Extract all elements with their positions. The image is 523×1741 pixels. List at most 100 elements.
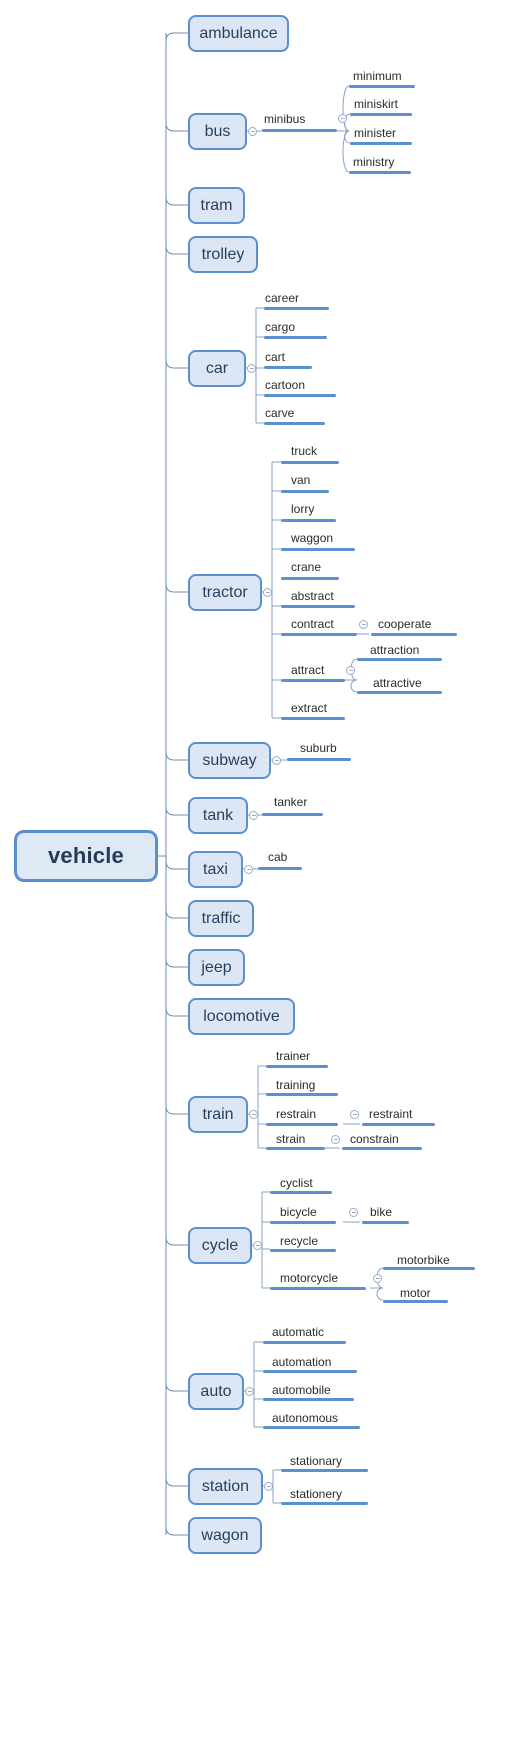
leaf-label-miniskirt[interactable]: miniskirt bbox=[354, 98, 398, 110]
node-tank[interactable]: tank bbox=[188, 797, 248, 834]
leaf-label-strain[interactable]: strain bbox=[276, 1133, 305, 1145]
leaf-label-constrain[interactable]: constrain bbox=[350, 1133, 399, 1145]
collapse-minus-icon-restrain[interactable] bbox=[350, 1110, 359, 1119]
leaf-label-bicycle[interactable]: bicycle bbox=[280, 1206, 317, 1218]
leaf-underline-strain bbox=[266, 1147, 325, 1150]
node-label: wagon bbox=[201, 1526, 249, 1544]
collapse-minus-icon-attract[interactable] bbox=[346, 666, 355, 675]
leaf-underline-abstract bbox=[281, 605, 355, 608]
node-traffic[interactable]: traffic bbox=[188, 900, 254, 937]
leaf-label-motorcycle[interactable]: motorcycle bbox=[280, 1272, 338, 1284]
leaf-label-cab[interactable]: cab bbox=[268, 851, 287, 863]
node-car[interactable]: car bbox=[188, 350, 246, 387]
leaf-label-truck[interactable]: truck bbox=[291, 445, 317, 457]
leaf-underline-automatic bbox=[263, 1341, 346, 1344]
leaf-label-van[interactable]: van bbox=[291, 474, 310, 486]
leaf-underline-bike bbox=[362, 1221, 409, 1224]
node-label: traffic bbox=[201, 909, 241, 927]
node-locomotive[interactable]: locomotive bbox=[188, 998, 295, 1035]
collapse-minus-icon-contract[interactable] bbox=[359, 620, 368, 629]
leaf-label-training[interactable]: training bbox=[276, 1079, 315, 1091]
leaf-label-restraint[interactable]: restraint bbox=[369, 1108, 412, 1120]
leaf-label-trainer[interactable]: trainer bbox=[276, 1050, 310, 1062]
leaf-label-attract[interactable]: attract bbox=[291, 664, 324, 676]
node-taxi[interactable]: taxi bbox=[188, 851, 243, 888]
leaf-label-extract[interactable]: extract bbox=[291, 702, 327, 714]
leaf-underline-truck bbox=[281, 461, 339, 464]
node-station[interactable]: station bbox=[188, 1468, 263, 1505]
collapse-minus-icon-minibus[interactable] bbox=[338, 114, 347, 123]
collapse-minus-icon-taxi[interactable] bbox=[244, 865, 253, 874]
leaf-label-abstract[interactable]: abstract bbox=[291, 590, 334, 602]
leaf-label-contract[interactable]: contract bbox=[291, 618, 334, 630]
node-label: train bbox=[202, 1105, 234, 1123]
node-subway[interactable]: subway bbox=[188, 742, 271, 779]
leaf-underline-motorcycle bbox=[270, 1287, 366, 1290]
leaf-underline-minimum bbox=[349, 85, 415, 88]
leaf-label-cartoon[interactable]: cartoon bbox=[265, 379, 305, 391]
collapse-minus-icon-cycle[interactable] bbox=[253, 1241, 262, 1250]
leaf-underline-cart bbox=[264, 366, 312, 369]
root-node-vehicle[interactable]: vehicle bbox=[14, 830, 158, 882]
leaf-underline-waggon bbox=[281, 548, 355, 551]
leaf-label-automobile[interactable]: automobile bbox=[272, 1384, 331, 1396]
leaf-underline-restraint bbox=[362, 1123, 435, 1126]
leaf-label-ministry[interactable]: ministry bbox=[353, 156, 394, 168]
leaf-label-automation[interactable]: automation bbox=[272, 1356, 331, 1368]
mind-map-canvas: vehicle ambulance bus tram trolley car t… bbox=[0, 0, 523, 1736]
leaf-underline-miniskirt bbox=[350, 113, 412, 116]
leaf-label-attraction[interactable]: attraction bbox=[370, 644, 419, 656]
leaf-underline-trainer bbox=[266, 1065, 328, 1068]
node-label: tank bbox=[202, 806, 234, 824]
collapse-minus-icon-subway[interactable] bbox=[272, 756, 281, 765]
leaf-label-minimum[interactable]: minimum bbox=[353, 70, 402, 82]
leaf-label-attractive[interactable]: attractive bbox=[373, 677, 422, 689]
leaf-label-bike[interactable]: bike bbox=[370, 1206, 392, 1218]
leaf-label-tanker[interactable]: tanker bbox=[274, 796, 307, 808]
leaf-underline-crane bbox=[281, 577, 339, 580]
leaf-label-recycle[interactable]: recycle bbox=[280, 1235, 318, 1247]
node-wagon[interactable]: wagon bbox=[188, 1517, 262, 1554]
node-auto[interactable]: auto bbox=[188, 1373, 244, 1410]
leaf-label-cyclist[interactable]: cyclist bbox=[280, 1177, 313, 1189]
leaf-label-lorry[interactable]: lorry bbox=[291, 503, 314, 515]
collapse-minus-icon-tank[interactable] bbox=[249, 811, 258, 820]
collapse-minus-icon-tractor[interactable] bbox=[263, 588, 272, 597]
node-tractor[interactable]: tractor bbox=[188, 574, 262, 611]
collapse-minus-icon-motorcycle[interactable] bbox=[373, 1274, 382, 1283]
leaf-label-waggon[interactable]: waggon bbox=[291, 532, 333, 544]
node-bus[interactable]: bus bbox=[188, 113, 247, 150]
leaf-label-motorbike[interactable]: motorbike bbox=[397, 1254, 450, 1266]
leaf-label-carve[interactable]: carve bbox=[265, 407, 294, 419]
collapse-minus-icon-car[interactable] bbox=[247, 364, 256, 373]
leaf-label-cart[interactable]: cart bbox=[265, 351, 285, 363]
node-jeep[interactable]: jeep bbox=[188, 949, 245, 986]
leaf-label-suburb[interactable]: suburb bbox=[300, 742, 337, 754]
leaf-label-stationary[interactable]: stationary bbox=[290, 1455, 342, 1467]
leaf-label-restrain[interactable]: restrain bbox=[276, 1108, 316, 1120]
collapse-minus-icon-bicycle[interactable] bbox=[349, 1208, 358, 1217]
node-ambulance[interactable]: ambulance bbox=[188, 15, 289, 52]
collapse-minus-icon-auto[interactable] bbox=[245, 1387, 254, 1396]
node-label: locomotive bbox=[203, 1007, 280, 1025]
collapse-minus-icon-train[interactable] bbox=[249, 1110, 258, 1119]
node-train[interactable]: train bbox=[188, 1096, 248, 1133]
leaf-label-cooperate[interactable]: cooperate bbox=[378, 618, 431, 630]
leaf-label-minibus[interactable]: minibus bbox=[264, 113, 305, 125]
node-tram[interactable]: tram bbox=[188, 187, 245, 224]
leaf-label-stationery[interactable]: stationery bbox=[290, 1488, 342, 1500]
leaf-label-motor[interactable]: motor bbox=[400, 1287, 431, 1299]
leaf-label-automatic[interactable]: automatic bbox=[272, 1326, 324, 1338]
node-cycle[interactable]: cycle bbox=[188, 1227, 252, 1264]
leaf-underline-career bbox=[264, 307, 329, 310]
node-trolley[interactable]: trolley bbox=[188, 236, 258, 273]
leaf-label-crane[interactable]: crane bbox=[291, 561, 321, 573]
collapse-minus-icon-bus[interactable] bbox=[248, 127, 257, 136]
leaf-label-cargo[interactable]: cargo bbox=[265, 321, 295, 333]
collapse-minus-icon-station[interactable] bbox=[264, 1482, 273, 1491]
leaf-label-autonomous[interactable]: autonomous bbox=[272, 1412, 338, 1424]
leaf-label-minister[interactable]: minister bbox=[354, 127, 396, 139]
node-label: tram bbox=[200, 196, 233, 214]
collapse-minus-icon-strain[interactable] bbox=[331, 1135, 340, 1144]
leaf-label-career[interactable]: career bbox=[265, 292, 299, 304]
